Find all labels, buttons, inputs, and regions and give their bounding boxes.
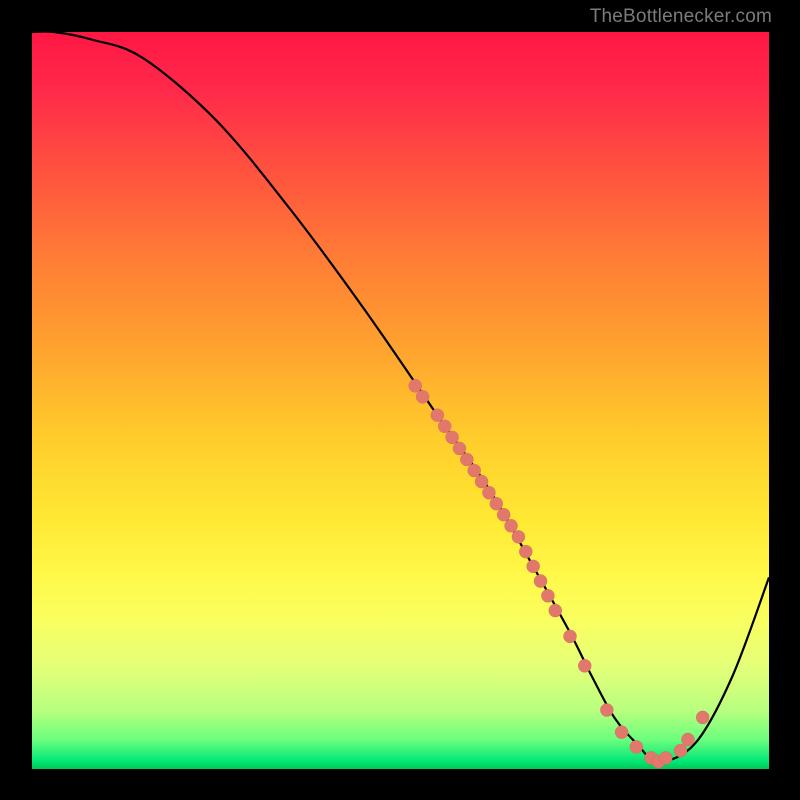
data-point bbox=[504, 519, 517, 532]
data-point bbox=[490, 497, 503, 510]
data-point bbox=[460, 453, 473, 466]
data-point bbox=[549, 604, 562, 617]
data-point bbox=[615, 726, 628, 739]
data-point bbox=[681, 733, 694, 746]
data-point bbox=[527, 560, 540, 573]
data-point bbox=[431, 409, 444, 422]
data-point bbox=[630, 740, 643, 753]
chart-root: TheBottlenecker.com bbox=[0, 0, 800, 800]
data-point bbox=[475, 475, 488, 488]
data-point bbox=[497, 508, 510, 521]
data-point bbox=[578, 659, 591, 672]
data-point bbox=[674, 744, 687, 757]
data-point bbox=[659, 751, 672, 764]
data-point bbox=[416, 390, 429, 403]
data-point bbox=[445, 431, 458, 444]
data-point bbox=[512, 530, 525, 543]
attribution-link[interactable]: TheBottlenecker.com bbox=[590, 6, 772, 28]
data-point bbox=[482, 486, 495, 499]
data-point bbox=[541, 589, 554, 602]
data-point bbox=[453, 442, 466, 455]
data-point bbox=[696, 711, 709, 724]
points-layer bbox=[32, 32, 769, 769]
data-point bbox=[519, 545, 532, 558]
data-point bbox=[438, 420, 451, 433]
data-point bbox=[563, 630, 576, 643]
plot-area bbox=[32, 32, 769, 769]
data-point bbox=[534, 574, 547, 587]
data-point bbox=[409, 379, 422, 392]
data-point bbox=[468, 464, 481, 477]
data-point bbox=[600, 703, 613, 716]
